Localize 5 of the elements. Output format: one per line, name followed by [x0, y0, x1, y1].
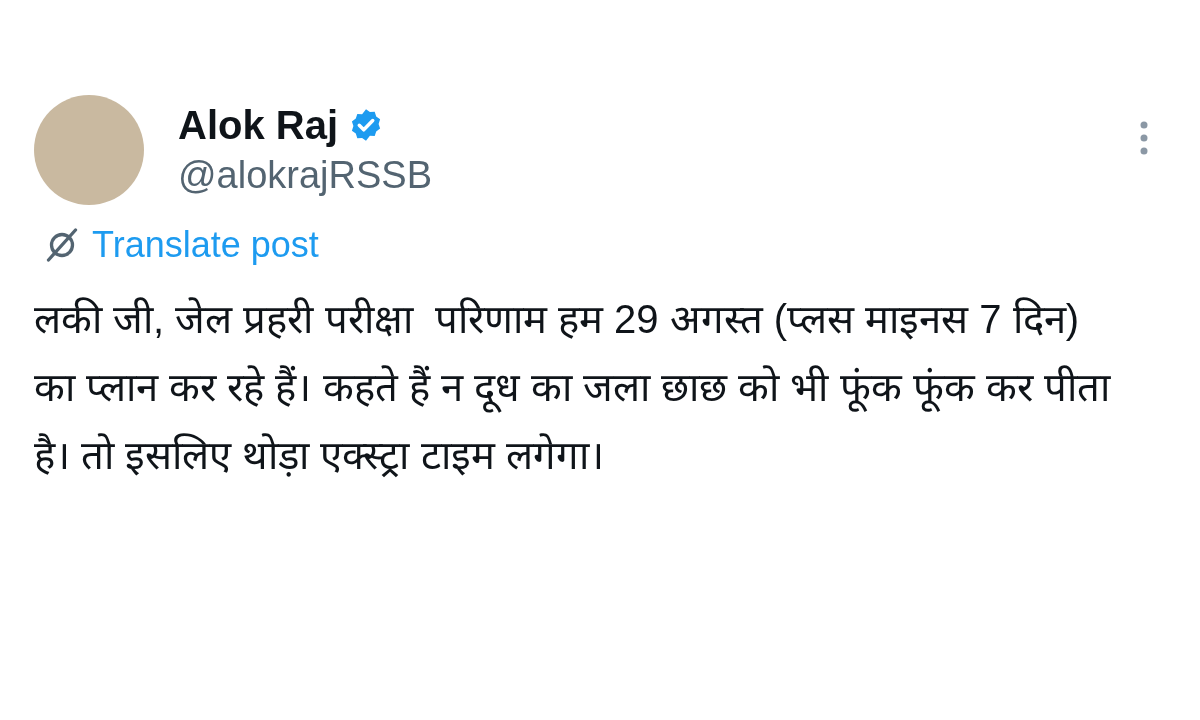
post-text: लकी जी, जेल प्रहरी परीक्षा परिणाम हम 29 अगस्त (प्लस माइनस 7 दिन) का प्लान कर रहे हैं। कहते हैं न दूध का जला छाछ को भी फूंक फूंक कर पीता है। तो इसलिए थोड़ा एक्स्ट्रा टाइम लगेगा।: [34, 296, 1112, 479]
author-handle[interactable]: @alokrajRSSB: [178, 151, 432, 199]
author-name[interactable]: Alok Raj: [178, 101, 339, 149]
more-options-icon[interactable]: [1138, 120, 1150, 156]
translate-icon: [44, 227, 80, 263]
